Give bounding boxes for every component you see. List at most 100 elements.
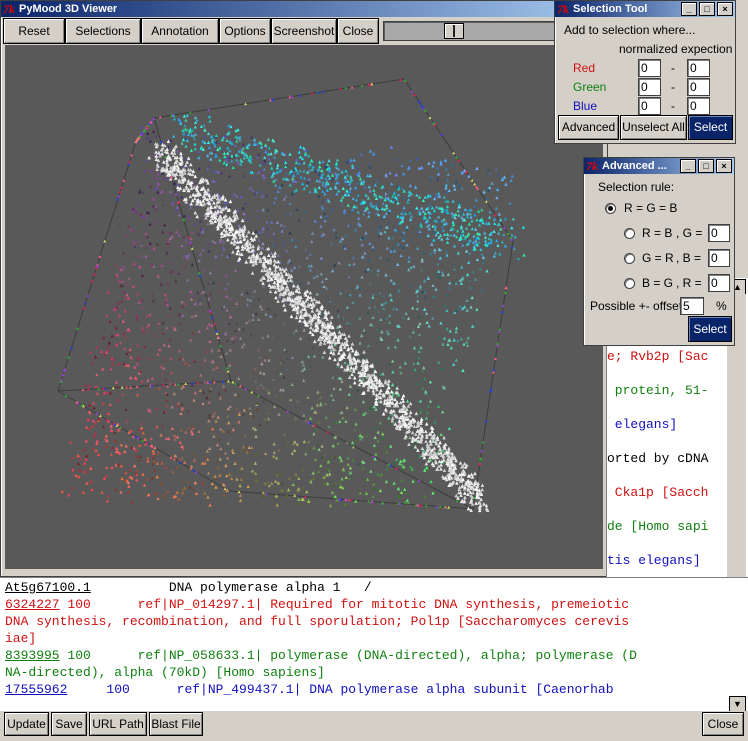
- selection-tool-titlebar[interactable]: 7k Selection Tool _ □ ×: [555, 1, 735, 17]
- close-icon[interactable]: ×: [717, 2, 733, 16]
- blue-from-input[interactable]: 0: [638, 97, 661, 115]
- scatter-point: [235, 407, 239, 411]
- scatter-point: [193, 481, 197, 485]
- gene-link[interactable]: 8393995: [5, 648, 60, 663]
- scatter-point: [406, 200, 410, 204]
- scatter-point: [122, 290, 126, 295]
- scatter-point: [254, 434, 258, 438]
- advanced-select-button[interactable]: Select: [688, 316, 732, 342]
- scatter-point: [431, 164, 435, 168]
- select-button[interactable]: Select: [688, 115, 733, 140]
- red-from-input[interactable]: 0: [638, 59, 661, 77]
- scatter-point: [213, 240, 217, 245]
- scatter-point: [500, 240, 504, 244]
- scatter-point: [170, 426, 175, 431]
- maximize-icon[interactable]: □: [699, 2, 715, 16]
- scatter-point: [432, 160, 436, 164]
- red-to-input[interactable]: 0: [687, 59, 710, 77]
- scatter-point: [226, 237, 230, 242]
- selections-button[interactable]: Selections: [65, 18, 141, 44]
- scatter-point: [330, 207, 335, 211]
- scatter-point: [123, 346, 127, 351]
- scatter-point: [135, 454, 139, 459]
- minimize-icon[interactable]: _: [680, 159, 696, 173]
- scatter-point: [143, 437, 147, 441]
- scatter-point: [219, 171, 224, 175]
- scatter-point: [408, 465, 413, 469]
- scroll-down-icon[interactable]: ▼: [729, 696, 746, 712]
- scatter-point: [86, 294, 90, 297]
- blue-to-input[interactable]: 0: [687, 97, 710, 115]
- scatter-point: [393, 397, 397, 402]
- scatter-point: [273, 155, 277, 159]
- update-button[interactable]: Update: [4, 712, 49, 736]
- blast-file-button[interactable]: Blast File: [149, 712, 203, 736]
- rule-bg-input[interactable]: 0: [708, 274, 730, 292]
- scatter-point: [228, 199, 233, 204]
- rule-rb-radio[interactable]: [624, 228, 635, 239]
- 3d-scatter-canvas[interactable]: [5, 45, 603, 569]
- scatter-point: [282, 197, 286, 201]
- advanced-titlebar[interactable]: 7k Advanced ... _ □ ×: [584, 158, 734, 174]
- green-to-input[interactable]: 0: [687, 78, 710, 96]
- scatter-point: [139, 421, 143, 425]
- green-from-input[interactable]: 0: [638, 78, 661, 96]
- scatter-point: [358, 287, 363, 291]
- scatter-point: [378, 194, 382, 198]
- scatter-point: [452, 244, 457, 248]
- scatter-point: [179, 428, 183, 432]
- unselect-all-button[interactable]: Unselect All: [620, 115, 687, 140]
- scatter-point: [274, 196, 278, 200]
- slider-thumb[interactable]: [444, 23, 464, 39]
- options-button[interactable]: Options: [219, 18, 271, 44]
- zoom-slider[interactable]: [383, 21, 555, 41]
- scatter-point: [274, 177, 278, 182]
- scatter-point: [282, 321, 287, 325]
- scatter-point: [357, 216, 361, 220]
- scatter-point: [88, 384, 92, 388]
- rule-gr-input[interactable]: 0: [708, 249, 730, 267]
- scatter-point: [194, 313, 198, 317]
- scatter-point: [174, 279, 178, 283]
- close-viewer-button[interactable]: Close: [337, 18, 379, 44]
- scatter-point: [206, 495, 210, 499]
- save-button[interactable]: Save: [51, 712, 87, 736]
- scatter-point: [440, 270, 445, 274]
- scatter-point: [402, 236, 406, 241]
- scatter-point: [156, 190, 160, 194]
- gene-link[interactable]: 17555962: [5, 682, 67, 697]
- rule-rb-input[interactable]: 0: [708, 224, 730, 242]
- annotation-button[interactable]: Annotation: [141, 18, 219, 44]
- minimize-icon[interactable]: _: [681, 2, 697, 16]
- close-button[interactable]: Close: [702, 712, 744, 736]
- scatter-point: [274, 242, 278, 246]
- rule-gr-radio[interactable]: [624, 253, 635, 264]
- scatter-point: [211, 414, 215, 418]
- screenshot-button[interactable]: Screenshot: [271, 18, 337, 44]
- gene-link[interactable]: 6324227: [5, 597, 60, 612]
- scatter-point: [124, 233, 128, 237]
- viewer-titlebar[interactable]: 7k PyMood 3D Viewer: [1, 1, 607, 17]
- scatter-point: [419, 417, 424, 421]
- close-icon[interactable]: ×: [716, 159, 732, 173]
- rule-bg-radio[interactable]: [624, 278, 635, 289]
- advanced-button[interactable]: Advanced: [558, 115, 619, 140]
- scatter-point: [206, 457, 210, 461]
- scatter-point: [450, 211, 454, 215]
- scatter-point: [440, 366, 444, 371]
- reset-button[interactable]: Reset: [3, 18, 65, 44]
- scatter-point: [202, 123, 206, 127]
- scatter-point: [480, 487, 485, 492]
- rule-rgb-radio[interactable]: [605, 203, 616, 214]
- scatter-point: [249, 333, 253, 337]
- url-path-button[interactable]: URL Path: [89, 712, 147, 736]
- scatter-point: [417, 332, 421, 337]
- scatter-point: [228, 363, 232, 367]
- scatter-point: [484, 239, 488, 243]
- scatter-point: [261, 281, 265, 285]
- maximize-icon[interactable]: □: [698, 159, 714, 173]
- scatter-point: [154, 220, 159, 224]
- gene-link[interactable]: At5g67100.1: [5, 580, 91, 595]
- scatter-plot[interactable]: [5, 45, 603, 569]
- offset-input[interactable]: 5: [680, 297, 704, 315]
